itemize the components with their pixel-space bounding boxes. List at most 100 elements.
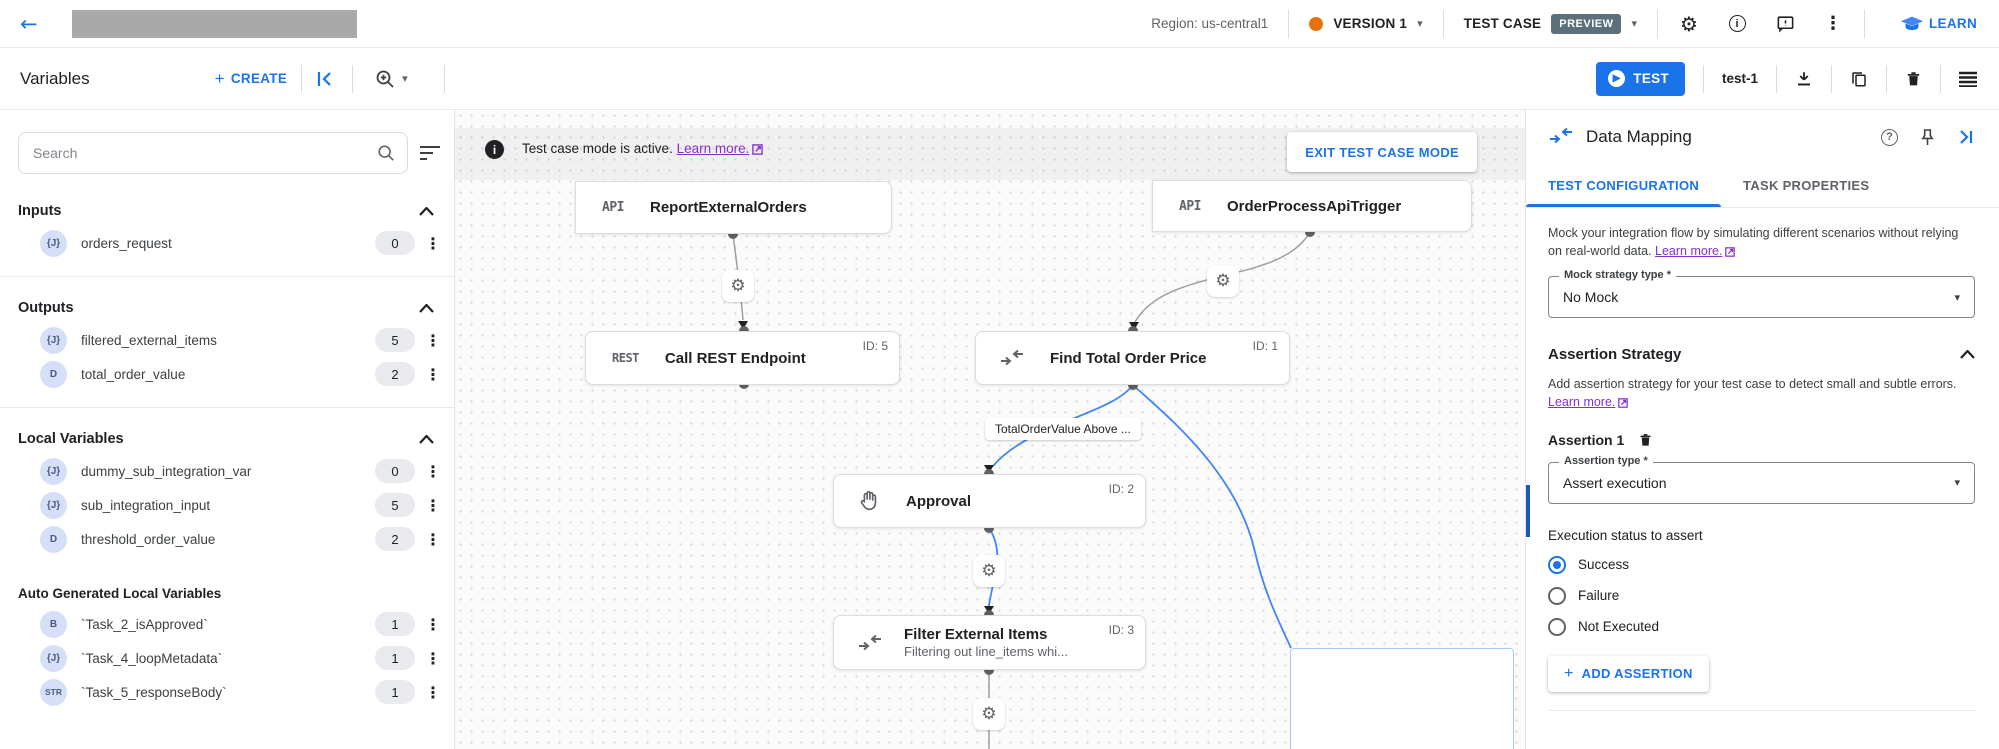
settings-gear-icon[interactable]: ⚙ [1678,13,1700,35]
more-vertical-icon[interactable]: ⋮ [425,365,440,384]
delete-assertion-icon[interactable] [1638,432,1653,448]
zoom-magnifier-icon [375,69,395,89]
variable-row[interactable]: D total_order_value 2 ⋮ [0,357,454,391]
radio-button[interactable] [1548,618,1566,636]
radio-failure[interactable]: Failure [1548,587,1975,605]
download-icon[interactable] [1795,70,1813,88]
chevron-down-icon: ▾ [1631,17,1637,30]
assertion-type-value: Assert execution [1563,475,1954,491]
variable-name: `Task_5_responseBody` [81,685,227,700]
list-menu-icon[interactable] [1959,71,1977,87]
back-icon[interactable]: ← [20,12,38,36]
more-vertical-icon[interactable]: ⋮ [425,683,440,702]
feedback-icon[interactable] [1774,13,1796,35]
test-case-name[interactable]: test-1 [1722,71,1758,86]
radio-button[interactable] [1548,587,1566,605]
more-vertical-icon[interactable]: ⋮ [425,530,440,549]
chevron-up-icon[interactable] [419,435,434,444]
more-vertical-icon[interactable]: ⋮ [425,331,440,350]
test-button[interactable]: ▶ TEST [1596,62,1685,96]
chevron-up-icon[interactable] [419,304,434,313]
delete-icon[interactable] [1905,70,1922,88]
radio-label: Not Executed [1578,619,1659,634]
flow-canvas[interactable]: i Test case mode is active. Learn more. … [455,110,1525,749]
divider [1776,65,1777,93]
edge-settings-gear-icon[interactable]: ⚙ [722,270,754,302]
edge-settings-gear-icon[interactable]: ⚙ [1207,265,1239,297]
section-title-outputs: Outputs [18,300,74,316]
learn-more-link[interactable]: Learn more. [1655,244,1722,258]
more-vertical-icon[interactable]: ⋮ [425,649,440,668]
version-selector[interactable]: VERSION 1 ▾ [1309,16,1422,31]
variable-name: dummy_sub_integration_var [81,464,251,479]
json-type-icon: {J} [40,327,67,354]
assertion-type-label: Assertion type * [1559,455,1653,467]
data-mapping-icon [1548,127,1574,148]
radio-success[interactable]: Success [1548,556,1975,574]
data-mapping-icon [858,634,882,652]
copy-icon[interactable] [1850,70,1868,88]
divider [1657,10,1658,38]
variable-row[interactable]: {J} orders_request 0 ⋮ [0,226,454,260]
chevron-up-icon[interactable] [1960,350,1975,359]
variable-row[interactable]: {J} filtered_external_items 5 ⋮ [0,323,454,357]
variable-row[interactable]: STR `Task_5_responseBody` 1 ⋮ [0,675,454,709]
variable-row[interactable]: {J} dummy_sub_integration_var 0 ⋮ [0,454,454,488]
node-call-rest-endpoint[interactable]: REST Call REST Endpoint ID: 5 [585,331,900,385]
page-title: Variables [20,69,90,89]
add-assertion-button[interactable]: + ADD ASSERTION [1548,656,1709,692]
execution-status-label: Execution status to assert [1548,528,1975,543]
search-input[interactable] [33,145,377,161]
node-filter-external-items[interactable]: Filter External Items Filtering out line… [833,615,1146,670]
variable-row[interactable]: B `Task_2_isApproved` 1 ⋮ [0,607,454,641]
info-icon[interactable]: i [1726,13,1748,35]
count-badge: 5 [375,328,415,352]
count-badge: 0 [375,231,415,255]
more-vertical-icon[interactable]: ⋮ [425,615,440,634]
tab-test-configuration[interactable]: TEST CONFIGURATION [1526,164,1721,207]
variable-row[interactable]: {J} sub_integration_input 5 ⋮ [0,488,454,522]
edge-condition-label[interactable]: TotalOrderValue Above ... [985,418,1141,440]
create-variable-button[interactable]: + CREATE [215,69,288,89]
exit-test-case-mode-button[interactable]: EXIT TEST CASE MODE [1287,132,1477,172]
node-order-process-api-trigger[interactable]: API OrderProcessApiTrigger [1152,180,1472,232]
trigger-tab [567,182,585,233]
edge-settings-gear-icon[interactable]: ⚙ [973,698,1005,730]
collapse-sidebar-icon[interactable] [316,70,336,88]
radio-button[interactable] [1548,556,1566,574]
pin-icon[interactable] [1920,128,1935,147]
sort-icon[interactable] [420,145,440,161]
config-panel: Data Mapping ? TEST CONFIGURATION TASK P… [1525,110,1999,749]
learn-more-link[interactable]: Learn more. [677,141,750,156]
more-vertical-icon[interactable]: ⋮ [425,234,440,253]
more-vertical-icon[interactable]: ⋮ [1822,13,1844,35]
mock-strategy-select[interactable]: Mock strategy type * No Mock ▾ [1548,276,1975,318]
variable-name: filtered_external_items [81,333,217,348]
collapse-panel-icon[interactable] [1957,129,1975,145]
learn-more-link[interactable]: Learn more. [1548,395,1615,409]
node-approval[interactable]: Approval ID: 2 [833,474,1146,528]
panel-tabs: TEST CONFIGURATION TASK PROPERTIES [1526,164,1999,208]
json-type-icon: {J} [40,492,67,519]
assertion-type-select[interactable]: Assertion type * Assert execution ▾ [1548,462,1975,504]
learn-link[interactable]: LEARN [1901,16,1977,32]
variable-row[interactable]: D threshold_order_value 2 ⋮ [0,522,454,556]
more-vertical-icon[interactable]: ⋮ [425,462,440,481]
chevron-up-icon[interactable] [419,207,434,216]
zoom-control[interactable]: ▾ [375,69,408,89]
test-case-selector[interactable]: TEST CASE PREVIEW ▾ [1464,14,1637,34]
tab-task-properties[interactable]: TASK PROPERTIES [1721,164,1891,207]
help-icon[interactable]: ? [1881,129,1898,146]
preview-badge: PREVIEW [1551,14,1621,34]
divider [0,407,454,408]
node-report-external-orders[interactable]: API ReportExternalOrders [575,181,892,234]
node-id-label: ID: 1 [1253,339,1278,353]
selected-node-outline[interactable] [1290,648,1514,749]
node-find-total-order-price[interactable]: Find Total Order Price ID: 1 [975,331,1290,385]
more-vertical-icon[interactable]: ⋮ [425,496,440,515]
edge-settings-gear-icon[interactable]: ⚙ [973,555,1005,587]
radio-not-executed[interactable]: Not Executed [1548,618,1975,636]
variable-name: `Task_4_loopMetadata` [81,651,222,666]
variable-row[interactable]: {J} `Task_4_loopMetadata` 1 ⋮ [0,641,454,675]
node-id-label: ID: 2 [1109,482,1134,496]
